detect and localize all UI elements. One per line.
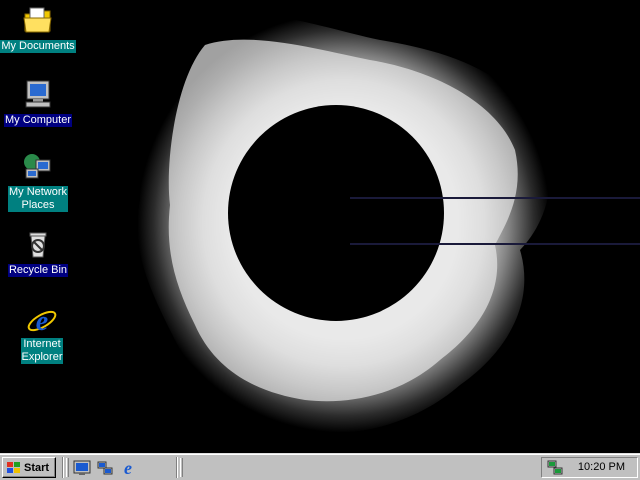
network-icon[interactable] <box>96 459 114 477</box>
taskbar-separator <box>176 457 178 478</box>
desktop-icon-label: Recycle Bin <box>7 264 69 277</box>
desktop[interactable]: My Documents My Computer My Network Plac… <box>0 0 640 453</box>
show-desktop-icon[interactable] <box>73 459 91 477</box>
taskbar-clock[interactable]: 10:20 PM <box>578 461 625 473</box>
desktop-icon-label: My Documents <box>0 40 76 53</box>
internet-explorer-icon[interactable]: e <box>119 459 137 477</box>
task-area-grip[interactable] <box>180 458 183 477</box>
desktop-icon-label: Internet Explorer <box>20 338 64 364</box>
eclipse-wallpaper <box>137 13 640 433</box>
desktop-icon-my-computer[interactable]: My Computer <box>0 78 76 128</box>
svg-text:e: e <box>36 306 48 336</box>
desktop-icon-recycle-bin[interactable]: Recycle Bin <box>0 228 76 278</box>
taskbar: Start e 10:20 PM <box>0 453 640 480</box>
quick-launch-grip[interactable] <box>66 458 69 477</box>
desktop-icon-internet-explorer[interactable]: e Internet Explorer <box>4 304 80 365</box>
system-tray: 10:20 PM <box>541 457 638 478</box>
start-button[interactable]: Start <box>2 457 56 478</box>
taskbar-separator <box>62 457 64 478</box>
folder-documents-icon <box>23 7 52 33</box>
desktop-icon-my-documents[interactable]: My Documents <box>0 4 76 54</box>
desktop-icon-label: My Network Places <box>7 186 69 212</box>
computer-icon <box>25 80 51 108</box>
start-label: Start <box>24 461 50 474</box>
network-status-icon[interactable] <box>547 459 565 476</box>
network-places-icon <box>24 154 51 179</box>
desktop-icon-my-network-places[interactable]: My Network Places <box>0 152 76 213</box>
recycle-bin-icon <box>29 232 47 258</box>
svg-text:e: e <box>124 459 132 477</box>
desktop-icon-label: My Computer <box>3 114 73 127</box>
internet-explorer-icon: e <box>27 306 57 336</box>
windows-logo-icon <box>7 461 20 473</box>
